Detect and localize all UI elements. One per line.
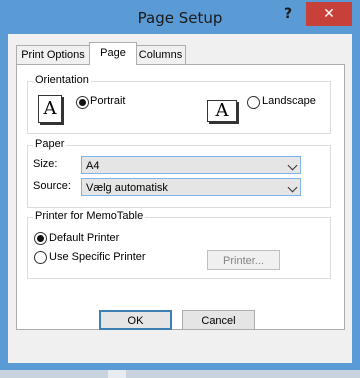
ok-button[interactable]: OK	[99, 310, 172, 330]
source-label: Source:	[33, 180, 71, 192]
default-printer-label[interactable]: Default Printer	[49, 232, 119, 244]
chevron-down-icon	[287, 182, 298, 193]
printer-group: Printer for MemoTable Default Printer Us…	[27, 210, 331, 279]
source-select-value: Vælg automatisk	[86, 182, 168, 194]
landscape-radio[interactable]	[247, 96, 260, 109]
help-button[interactable]: ?	[279, 4, 297, 24]
size-select[interactable]: A4	[81, 156, 301, 174]
paper-group: Paper Size: A4 Source: Vælg automatisk	[27, 138, 331, 208]
tab-page[interactable]: Page	[89, 42, 137, 65]
paper-legend: Paper	[33, 138, 67, 150]
chevron-down-icon	[287, 160, 298, 171]
dialog-client-area: Print Options Page Columns Orientation A…	[8, 34, 352, 363]
cancel-button[interactable]: Cancel	[182, 310, 255, 330]
printer-legend: Printer for MemoTable	[33, 210, 146, 222]
default-printer-radio[interactable]	[34, 232, 47, 245]
portrait-radio[interactable]	[76, 96, 89, 109]
tab-columns[interactable]: Columns	[135, 45, 186, 65]
tab-panel-page: Orientation A Portrait A Landscape Paper…	[16, 64, 345, 330]
landscape-label[interactable]: Landscape	[262, 95, 316, 107]
tab-print-options[interactable]: Print Options	[16, 45, 90, 65]
specific-printer-radio[interactable]	[34, 251, 47, 264]
portrait-label[interactable]: Portrait	[90, 95, 125, 107]
page-setup-dialog: Page Setup ? ✕ Print Options Page Column…	[0, 0, 360, 370]
title-bar[interactable]: Page Setup ? ✕	[0, 0, 360, 34]
size-select-value: A4	[86, 160, 100, 172]
printer-button[interactable]: Printer...	[207, 250, 280, 270]
specific-printer-label[interactable]: Use Specific Printer	[49, 251, 146, 263]
source-select[interactable]: Vælg automatisk	[81, 178, 301, 196]
close-button[interactable]: ✕	[306, 2, 352, 26]
portrait-page-icon: A	[38, 95, 62, 123]
landscape-page-icon: A	[207, 100, 237, 122]
orientation-legend: Orientation	[33, 74, 91, 86]
size-label: Size:	[33, 158, 58, 170]
orientation-group: Orientation A Portrait A Landscape	[27, 74, 331, 134]
